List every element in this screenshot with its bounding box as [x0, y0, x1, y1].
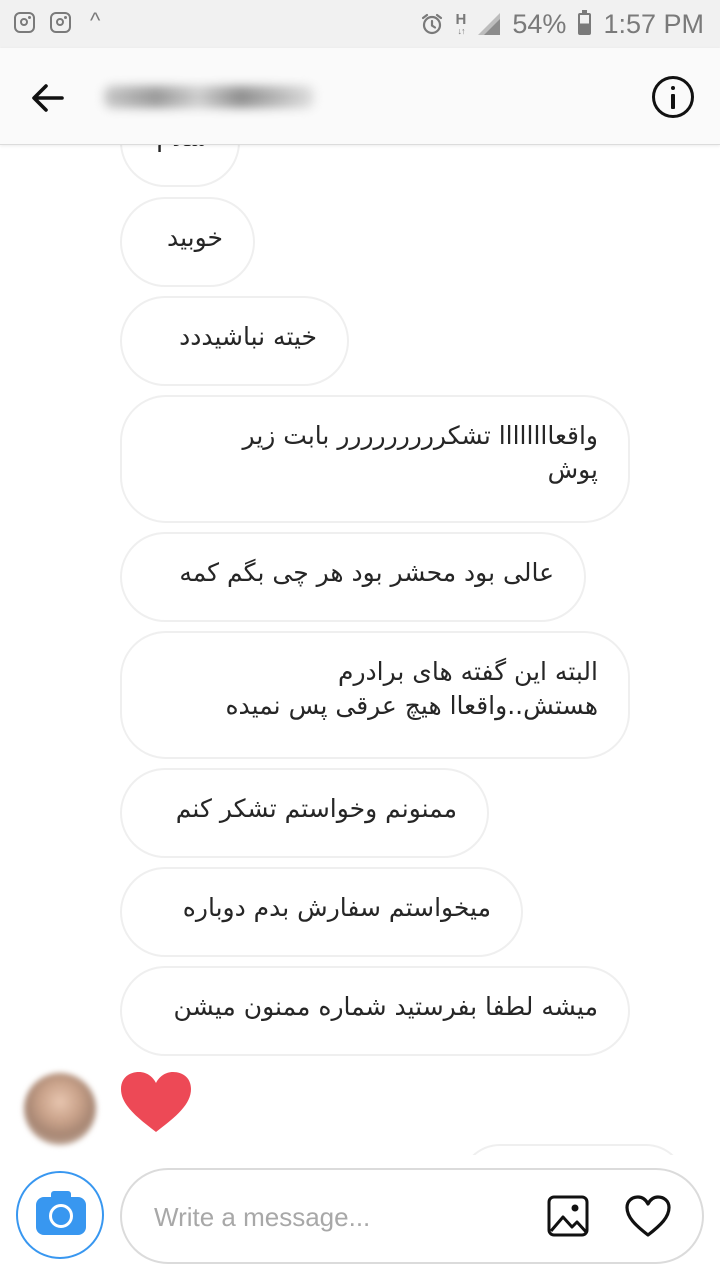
message-bubble[interactable]: عالی بود محشر بود هر چی بگم کمه	[120, 532, 586, 622]
message-bubble[interactable]: خیته نباشیددد	[120, 296, 349, 386]
heart-icon[interactable]	[119, 1070, 193, 1134]
message-bubble[interactable]: واقعاااااااا تشکررررررررر بابت زیر پوش	[120, 395, 630, 523]
caret-up-icon: ^	[90, 8, 101, 33]
info-icon[interactable]	[652, 76, 694, 118]
network-type: H	[455, 11, 467, 28]
message-thread: سلام خوبید خیته نباشیددد واقعاااااااا تش…	[0, 145, 720, 1155]
arrow-left-icon	[32, 84, 64, 112]
gallery-button[interactable]	[546, 1194, 590, 1238]
clock: 1:57 PM	[603, 8, 704, 39]
network-h-icon: H ↓↑	[455, 11, 467, 36]
battery-icon	[578, 10, 592, 35]
battery-percentage: 54%	[512, 8, 567, 39]
image-icon	[547, 1195, 589, 1237]
message-bubble[interactable]: میخواستم سفارش بدم دوباره	[120, 867, 523, 957]
camera-button[interactable]	[16, 1171, 104, 1259]
message-input[interactable]	[152, 1190, 536, 1244]
message-bubble[interactable]: ممنونم وخواستم تشکر کنم	[120, 768, 489, 858]
message-box	[120, 1168, 704, 1264]
message-composer	[0, 1155, 720, 1280]
message-bubble-partial	[460, 1144, 686, 1155]
conversation-title	[104, 86, 314, 108]
instagram-icon	[50, 12, 71, 33]
alarm-icon	[421, 13, 442, 35]
conversation-header	[0, 48, 720, 145]
heart-outline-icon	[625, 1195, 671, 1237]
avatar[interactable]	[24, 1073, 96, 1145]
back-button[interactable]	[26, 76, 70, 120]
message-bubble[interactable]: سلام	[120, 145, 240, 187]
signal-icon	[478, 13, 501, 35]
status-bar: ^ H ↓↑ 54% 1:57 PM	[0, 0, 720, 48]
message-bubble[interactable]: البته این گفته های برادرم هستش..واقعاا ه…	[120, 631, 630, 759]
like-button[interactable]	[624, 1194, 672, 1238]
message-bubble[interactable]: خوبید	[120, 197, 255, 287]
instagram-icon	[14, 12, 35, 33]
message-bubble[interactable]: میشه لطفا بفرستید شماره ممنون میشن	[120, 966, 630, 1056]
camera-icon	[36, 1191, 86, 1235]
